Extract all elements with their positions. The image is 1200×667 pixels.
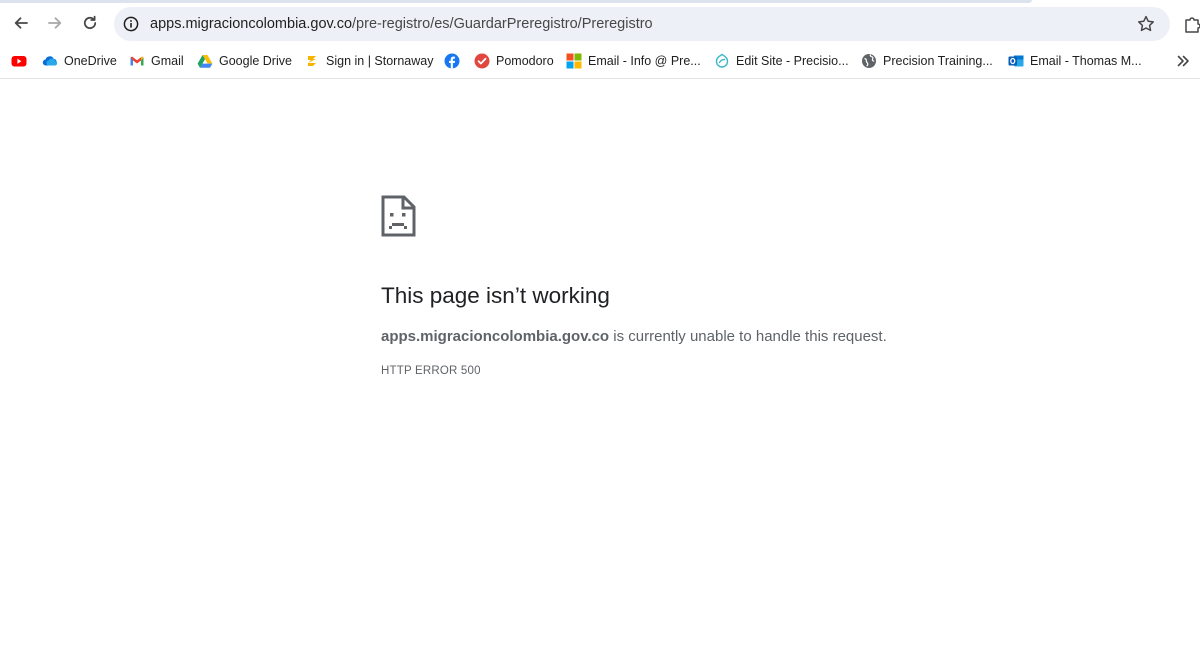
address-bar[interactable]: apps.migracioncolombia.gov.co/pre-regist…: [114, 7, 1170, 41]
bookmark-precision-training[interactable]: Precision Training...: [861, 50, 993, 72]
url-host: apps.migracioncolombia.gov.co: [150, 16, 353, 32]
bookmark-facebook[interactable]: [444, 50, 466, 72]
arrow-right-icon: [48, 17, 62, 29]
error-message: apps.migracioncolombia.gov.co is current…: [381, 327, 887, 347]
bookmarks-bar: OneDrive Gmail Google Drive Sign in | St…: [0, 44, 1200, 78]
pomodoro-icon: [474, 53, 490, 69]
url-text[interactable]: apps.migracioncolombia.gov.co/pre-regist…: [150, 15, 653, 33]
active-tab-edge: [0, 0, 1032, 3]
bookmark-edit-site[interactable]: Edit Site - Precisio...: [714, 50, 849, 72]
gmail-icon: [129, 53, 145, 69]
google-drive-icon: [197, 53, 213, 69]
bookmark-google-drive[interactable]: Google Drive: [197, 50, 292, 72]
globe-icon: [861, 53, 877, 69]
double-chevron-right-icon[interactable]: [1174, 52, 1192, 70]
bookmark-youtube[interactable]: [11, 50, 33, 72]
youtube-icon: [11, 53, 27, 69]
toolbar-divider: [0, 78, 1200, 79]
bookmark-label: Precision Training...: [883, 54, 993, 68]
outlook-icon: [1008, 53, 1024, 69]
browser-toolbar: apps.migracioncolombia.gov.co/pre-regist…: [0, 4, 1200, 44]
error-host: apps.migracioncolombia.gov.co: [381, 328, 610, 345]
forward-button[interactable]: [39, 7, 71, 39]
error-message-text: is currently unable to handle this reque…: [609, 328, 887, 345]
bookmark-pomodoro[interactable]: Pomodoro: [474, 50, 554, 72]
back-button[interactable]: [5, 7, 37, 39]
bookmark-label: Sign in | Stornaway: [326, 54, 434, 68]
bookmark-star-icon[interactable]: [1136, 14, 1156, 34]
bookmark-onedrive[interactable]: OneDrive: [42, 50, 117, 72]
reload-button[interactable]: [74, 7, 106, 39]
extensions-icon[interactable]: [1183, 15, 1200, 35]
bookmark-label: OneDrive: [64, 54, 117, 68]
microsoft-icon: [566, 53, 582, 69]
bookmark-label: Google Drive: [219, 54, 292, 68]
site-editor-icon: [714, 53, 730, 69]
sad-page-icon: [381, 195, 416, 237]
bookmark-gmail[interactable]: Gmail: [129, 50, 184, 72]
facebook-icon: [444, 53, 460, 69]
stornaway-icon: [304, 53, 320, 69]
bookmark-stornaway[interactable]: Sign in | Stornaway: [304, 50, 433, 72]
arrow-left-icon: [14, 17, 28, 29]
onedrive-icon: [42, 53, 58, 69]
bookmark-label: Pomodoro: [496, 54, 554, 68]
bookmark-email-thomas[interactable]: Email - Thomas M...: [1008, 50, 1142, 72]
bookmark-email-info[interactable]: Email - Info @ Pre...: [566, 50, 701, 72]
error-code: HTTP ERROR 500: [381, 365, 481, 377]
bookmark-label: Gmail: [151, 54, 184, 68]
bookmark-label: Edit Site - Precisio...: [736, 54, 849, 68]
bookmark-label: Email - Info @ Pre...: [588, 54, 701, 68]
reload-icon: [83, 15, 97, 30]
page-title: This page isn’t working: [381, 283, 610, 308]
site-info-icon[interactable]: [122, 15, 140, 33]
url-path: /pre-registro/es/GuardarPreregistro/Prer…: [352, 16, 653, 32]
bookmark-label: Email - Thomas M...: [1030, 54, 1142, 68]
